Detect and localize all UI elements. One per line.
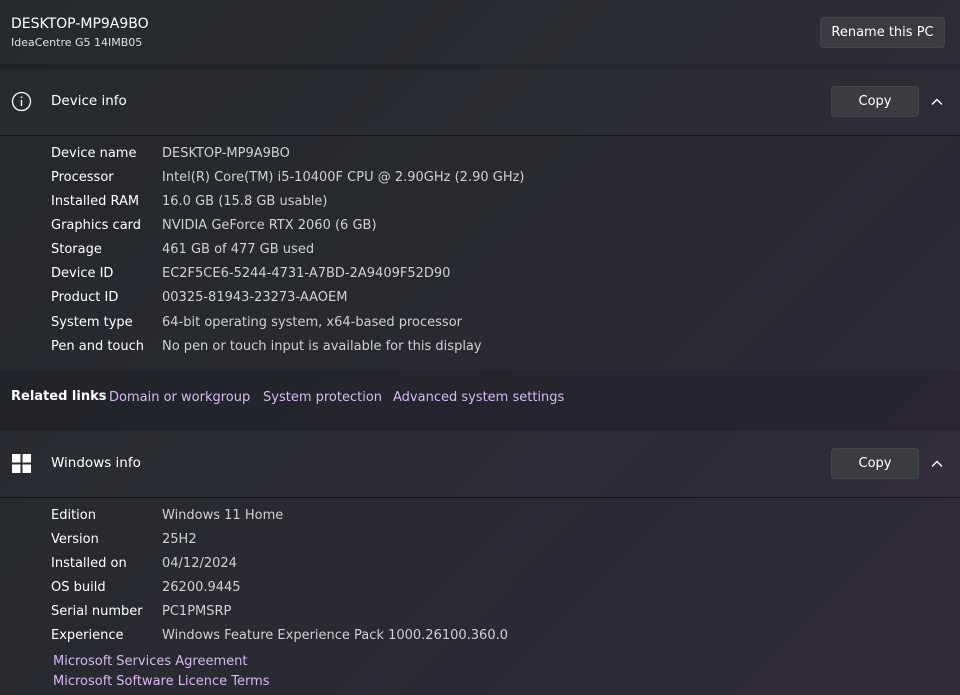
rename-pc-button[interactable]: Rename this PC <box>820 17 945 48</box>
spec-label: Installed on <box>51 556 127 571</box>
spec-value: EC2F5CE6-5244-4731-A7BD-2A9409F52D90 <box>162 266 451 281</box>
pc-name: DESKTOP-MP9A9BO <box>11 16 149 32</box>
spec-value: 00325-81943-23273-AAOEM <box>162 290 348 305</box>
related-links-title: Related links <box>11 389 107 404</box>
spec-value: No pen or touch input is available for t… <box>162 339 482 354</box>
spec-value: 25H2 <box>162 532 197 547</box>
spec-value: NVIDIA GeForce RTX 2060 (6 GB) <box>162 218 377 233</box>
device-info-copy-button[interactable]: Copy <box>831 86 919 117</box>
spec-label: Edition <box>51 508 96 523</box>
spec-value: 26200.9445 <box>162 580 241 595</box>
spec-value: PC1PMSRP <box>162 604 232 619</box>
advanced-system-settings-link[interactable]: Advanced system settings <box>393 390 564 405</box>
spec-label: Serial number <box>51 604 143 619</box>
spec-value: 04/12/2024 <box>162 556 237 571</box>
spec-value: 64-bit operating system, x64-based proce… <box>162 315 462 330</box>
spec-value: DESKTOP-MP9A9BO <box>162 146 290 161</box>
spec-label: Storage <box>51 242 102 257</box>
windows-logo-icon <box>12 454 31 473</box>
related-links-bar: Related links Domain or workgroup System… <box>0 375 960 425</box>
services-agreement-link[interactable]: Microsoft Services Agreement <box>53 654 247 669</box>
spec-label: Device ID <box>51 266 114 281</box>
pc-header: DESKTOP-MP9A9BO IdeaCentre G5 14IMB05 Re… <box>0 0 960 64</box>
spec-label: Experience <box>51 628 124 643</box>
spec-value: Windows Feature Experience Pack 1000.261… <box>162 628 508 643</box>
spec-label: Graphics card <box>51 218 142 233</box>
device-info-header[interactable]: Device info Copy <box>0 69 960 135</box>
spec-label: Installed RAM <box>51 194 140 209</box>
windows-info-copy-button[interactable]: Copy <box>831 448 919 479</box>
chevron-up-icon[interactable] <box>929 456 945 472</box>
chevron-up-icon[interactable] <box>929 94 945 110</box>
windows-info-body: Edition Windows 11 Home Version 25H2 Ins… <box>0 498 960 695</box>
spec-label: System type <box>51 315 133 330</box>
spec-label: Product ID <box>51 290 119 305</box>
system-protection-link[interactable]: System protection <box>263 390 382 405</box>
domain-or-workgroup-link[interactable]: Domain or workgroup <box>109 390 250 405</box>
spec-label: Device name <box>51 146 137 161</box>
spec-label: Version <box>51 532 99 547</box>
device-info-body: Device name DESKTOP-MP9A9BO Processor In… <box>0 136 960 370</box>
spec-value: Intel(R) Core(TM) i5-10400F CPU @ 2.90GH… <box>162 170 525 185</box>
spec-value: Windows 11 Home <box>162 508 284 523</box>
spec-value: 461 GB of 477 GB used <box>162 242 315 257</box>
spec-value: 16.0 GB (15.8 GB usable) <box>162 194 328 209</box>
windows-info-title: Windows info <box>51 455 141 471</box>
pc-model: IdeaCentre G5 14IMB05 <box>11 36 143 49</box>
spec-label: Pen and touch <box>51 339 145 354</box>
licence-terms-link[interactable]: Microsoft Software Licence Terms <box>53 674 270 689</box>
windows-info-header[interactable]: Windows info Copy <box>0 431 960 497</box>
spec-label: OS build <box>51 580 106 595</box>
device-info-title: Device info <box>51 93 127 109</box>
info-icon <box>11 91 32 112</box>
spec-label: Processor <box>51 170 114 185</box>
